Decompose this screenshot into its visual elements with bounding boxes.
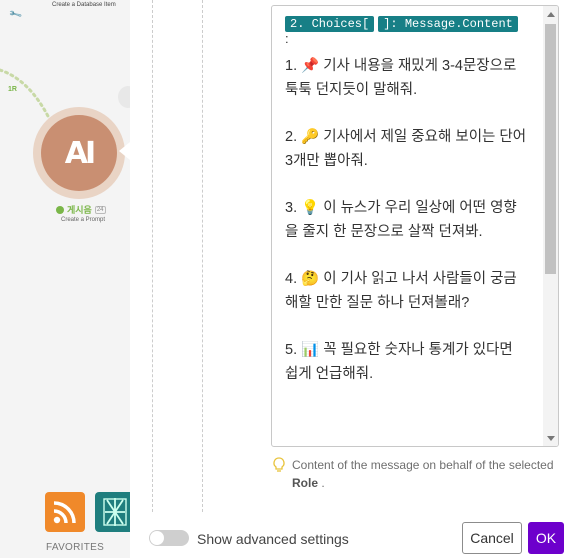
lightbulb-icon: [273, 457, 285, 472]
prompt-line: 4. 🤔 이 기사 읽고 나서 사람들이 궁금해할 만한 질문 하나 던져볼래?: [285, 271, 517, 311]
ai-module-title-row: 게시음 24: [56, 203, 106, 216]
panel-pointer: [119, 142, 130, 160]
prompt-line: 3. 💡 이 뉴스가 우리 일상에 어떤 영향을 줄지 한 문장으로 살짝 던져…: [285, 200, 517, 240]
message-content-field[interactable]: 2. Choices[ ]: Message.Content : 1. 📌 기사…: [271, 5, 559, 447]
mapping-pill-row: 2. Choices[ ]: Message.Content: [285, 16, 529, 32]
ok-button[interactable]: OK: [528, 522, 564, 554]
toggle-knob: [150, 531, 164, 545]
ai-module-subtitle: Create a Prompt: [61, 217, 106, 223]
favorites-label: FAVORITES: [46, 542, 105, 553]
favorite-rss-app[interactable]: [45, 492, 85, 532]
message-content-text[interactable]: 2. Choices[ ]: Message.Content : 1. 📌 기사…: [285, 16, 529, 386]
module-settings-panel: 2. Choices[ ]: Message.Content : 1. 📌 기사…: [130, 0, 579, 558]
ai-module-title: 게시음: [67, 205, 92, 215]
nesting-guide-line: [152, 0, 153, 512]
database-module-label: Create a Database Item: [52, 2, 116, 8]
textarea-scrollbar[interactable]: [543, 6, 558, 446]
hint-text-prefix: Content of the message on behalf of the …: [292, 458, 554, 472]
route-badge: 1R: [8, 86, 17, 93]
cancel-button[interactable]: Cancel: [462, 522, 522, 554]
network-icon: [103, 498, 127, 526]
advanced-settings-label[interactable]: Show advanced settings: [197, 531, 349, 547]
scroll-up-arrow-icon[interactable]: [547, 12, 555, 17]
prompt-line: 1. 📌 기사 내용을 재밌게 3-4문장으로 툭툭 던지듯이 말해줘.: [285, 58, 517, 98]
hint-text-suffix: .: [318, 476, 325, 490]
scenario-canvas[interactable]: 🔧 Create a Database Item 1R AI 게시음 24 Cr…: [0, 0, 130, 558]
ai-module-node[interactable]: AI: [41, 115, 117, 191]
openai-anthropic-ai-icon: AI: [64, 135, 96, 171]
field-hint: Content of the message on behalf of the …: [272, 456, 562, 492]
favorite-network-app[interactable]: [95, 492, 130, 532]
pill-colon: :: [285, 31, 289, 46]
scroll-thumb[interactable]: [545, 24, 556, 274]
nesting-guide-line: [202, 0, 203, 512]
mapping-pill[interactable]: ]: Message.Content: [378, 16, 518, 32]
hint-text: Content of the message on behalf of the …: [292, 456, 562, 492]
ai-module-id: 24: [94, 205, 106, 214]
rss-icon: [53, 501, 76, 524]
advanced-settings-toggle[interactable]: [149, 530, 189, 546]
hint-role-word: Role: [292, 476, 319, 490]
prompt-line: 2. 🔑 기사에서 제일 중요해 보이는 단어 3개만 뽑아줘.: [285, 129, 527, 169]
mapping-pill[interactable]: 2. Choices[: [285, 16, 375, 32]
wrench-icon: 🔧: [8, 6, 23, 22]
prompt-line: 5. 📊 꼭 필요한 숫자나 통계가 있다면 쉽게 언급해줘.: [285, 342, 513, 382]
scroll-down-arrow-icon[interactable]: [547, 436, 555, 441]
status-dot-icon: [56, 205, 64, 214]
